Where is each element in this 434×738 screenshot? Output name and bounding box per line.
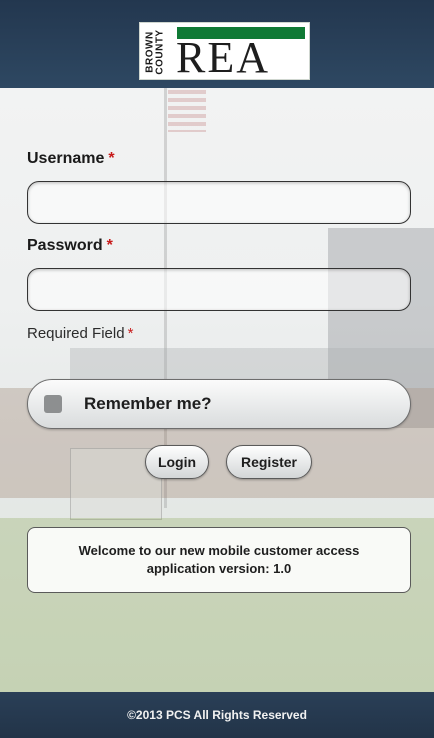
password-required-mark: * (106, 237, 113, 254)
remember-me-toggle[interactable]: Remember me? (27, 379, 411, 429)
required-field-mark: * (127, 325, 134, 342)
flag (168, 90, 206, 132)
username-label-text: Username (27, 150, 105, 167)
copyright-text: ©2013 PCS All Rights Reserved (127, 708, 307, 722)
header-bar: BROWN COUNTY REA (0, 0, 434, 89)
logo-text-county: COUNTY (155, 29, 167, 75)
footer-bar: ©2013 PCS All Rights Reserved (0, 692, 434, 738)
register-button[interactable]: Register (226, 445, 312, 479)
username-required-mark: * (108, 150, 115, 167)
welcome-notice: Welcome to our new mobile customer acces… (27, 527, 411, 593)
required-field-text: Required Field (27, 325, 125, 342)
logo-vertical-text: BROWN COUNTY (140, 23, 172, 81)
password-field[interactable] (27, 268, 411, 311)
password-label: Password * (27, 237, 113, 255)
username-field[interactable] (27, 181, 411, 224)
remember-me-label: Remember me? (84, 394, 212, 413)
required-field-note: Required Field * (27, 325, 133, 342)
login-button[interactable]: Login (145, 445, 209, 479)
welcome-notice-text: Welcome to our new mobile customer acces… (78, 543, 360, 576)
remember-me-checkbox[interactable] (44, 395, 62, 413)
password-label-text: Password (27, 237, 103, 254)
username-input[interactable] (28, 182, 410, 223)
username-label: Username * (27, 150, 115, 168)
password-input[interactable] (28, 269, 410, 310)
logo-text-rea: REA (176, 33, 270, 82)
brown-county-rea-logo: BROWN COUNTY REA (139, 22, 310, 80)
